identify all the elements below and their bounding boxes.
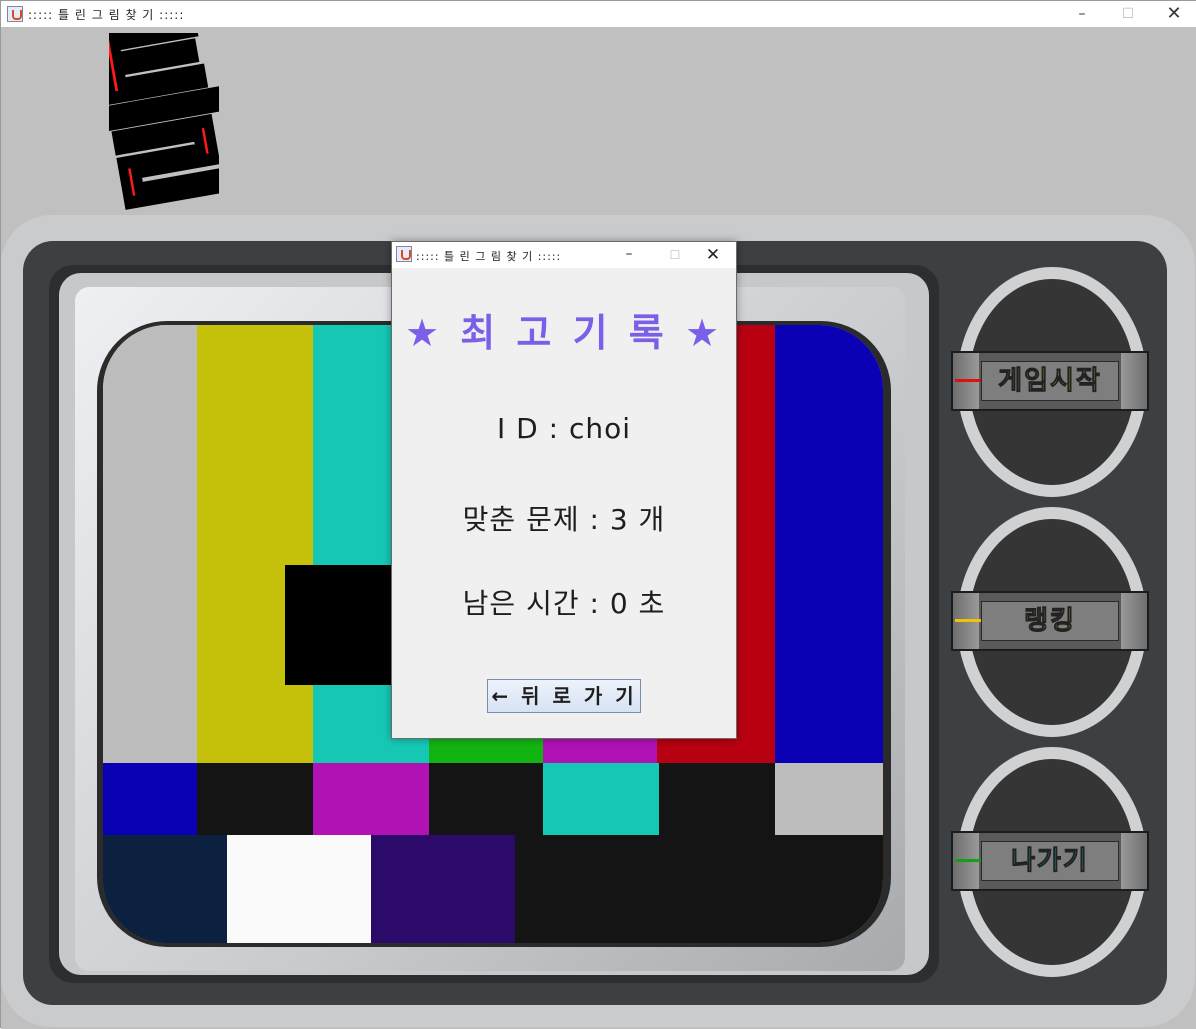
strip-blue: [103, 763, 197, 835]
strip-navy: [103, 835, 227, 943]
record-correct-count: 맞춘 문제 : 3 개: [462, 503, 666, 536]
color-strip-bottom: [103, 835, 883, 943]
start-game-button[interactable]: 게임시작: [951, 351, 1149, 411]
strip-purple: [371, 835, 515, 943]
best-record-heading: ★ 최 고 기 록 ★: [404, 311, 724, 355]
main-titlebar: ::::: 틀 린 그 림 찾 기 ::::: – ☐ ✕: [1, 1, 1196, 27]
test-pattern-black-box: [285, 565, 405, 685]
bar-blue: [775, 325, 883, 763]
strip-black: [197, 763, 313, 835]
game-logo: 틀: [109, 33, 219, 223]
bar-yellow: [197, 325, 313, 763]
strip-black: [659, 763, 775, 835]
maximize-button[interactable]: ☐: [1105, 1, 1151, 27]
ranking-button[interactable]: 랭킹: [951, 591, 1149, 651]
knob-tick-yellow: [955, 619, 981, 622]
ranking-label: 랭킹: [981, 601, 1119, 641]
dialog-title: ::::: 틀 린 그 림 찾 기 :::::: [416, 250, 562, 263]
exit-label: 나가기: [981, 841, 1119, 881]
main-window-title: ::::: 틀 린 그 림 찾 기 :::::: [28, 8, 185, 22]
tv-knob-panel: 게임시작 랭킹 나가기: [951, 267, 1151, 997]
bar-gray: [103, 325, 197, 763]
start-game-label: 게임시작: [981, 361, 1119, 401]
best-record-dialog: ::::: 틀 린 그 림 찾 기 ::::: – ☐ ✕ ★ 최 고 기 록 …: [391, 241, 737, 739]
exit-button[interactable]: 나가기: [951, 831, 1149, 891]
close-button[interactable]: ✕: [1151, 1, 1196, 27]
main-window: ::::: 틀 린 그 림 찾 기 ::::: – ☐ ✕ 틀 게임시작 랭킹 …: [0, 0, 1196, 1029]
strip-black: [429, 763, 543, 835]
java-cup-icon: [7, 6, 23, 22]
dialog-titlebar: ::::: 틀 린 그 림 찾 기 ::::: – ☐ ✕: [392, 242, 736, 268]
record-time-left: 남은 시간 : 0 초: [462, 587, 666, 620]
strip-gray: [775, 763, 883, 835]
knob-tick-green: [955, 859, 981, 862]
game-logo-text: 틀: [109, 33, 219, 223]
dialog-close-button[interactable]: ✕: [690, 242, 736, 268]
strip-magenta: [313, 763, 429, 835]
back-button[interactable]: ← 뒤 로 가 기: [487, 679, 641, 713]
knob-tick-red: [955, 379, 981, 382]
knob-bevel: [1121, 833, 1147, 889]
color-strip-middle: [103, 763, 883, 835]
minimize-button[interactable]: –: [1059, 1, 1105, 27]
strip-cyan: [543, 763, 659, 835]
knob-bevel: [1121, 593, 1147, 649]
strip-white: [227, 835, 371, 943]
knob-bevel: [1121, 353, 1147, 409]
record-id: I D : choi: [496, 412, 631, 445]
java-cup-icon: [396, 246, 412, 262]
dialog-minimize-button[interactable]: –: [606, 242, 652, 268]
